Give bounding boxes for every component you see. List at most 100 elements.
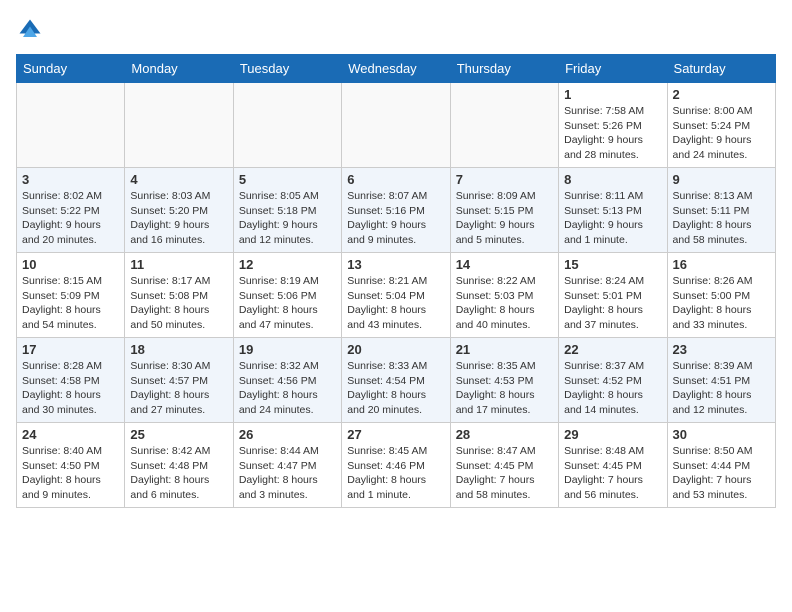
weekday-header-friday: Friday [559,55,667,83]
day-cell: 10Sunrise: 8:15 AM Sunset: 5:09 PM Dayli… [17,253,125,338]
day-cell: 11 Sunrise: 8:17 AM Sunset: 5:08 PM Dayli… [125,253,233,338]
day-info: Sunrise: 8:15 AM Sunset: 5:09 PM Dayligh… [22,274,119,333]
day-info: Sunrise: 8:05 AM Sunset: 5:18 PM Dayligh… [239,189,336,248]
day-number: 22 [564,342,661,357]
day-cell: 24 Sunrise: 8:40 AM Sunset: 4:50 PM Dayli… [17,423,125,508]
day-cell [17,83,125,168]
day-number: 1 [564,87,661,102]
day-cell: 8 Sunrise: 8:11 AM Sunset: 5:13 PM Daylig… [559,168,667,253]
day-number: 26 [239,427,336,442]
day-info: Sunrise: 8:07 AM Sunset: 5:16 PM Dayligh… [347,189,444,248]
day-info: Sunrise: 8:45 AM Sunset: 4:46 PM Dayligh… [347,444,444,503]
day-number: 25 [130,427,227,442]
day-number: 13 [347,257,444,272]
day-number: 5 [239,172,336,187]
day-cell: 5 Sunrise: 8:05 AM Sunset: 5:18 PM Daylig… [233,168,341,253]
weekday-header-saturday: Saturday [667,55,775,83]
day-number: 27 [347,427,444,442]
day-info: Sunrise: 8:50 AM Sunset: 4:44 PM Dayligh… [673,444,770,503]
day-cell: 4 Sunrise: 8:03 AM Sunset: 5:20 PM Daylig… [125,168,233,253]
day-number: 12 [239,257,336,272]
day-info: Sunrise: 8:40 AM Sunset: 4:50 PM Dayligh… [22,444,119,503]
day-info: Sunrise: 8:35 AM Sunset: 4:53 PM Dayligh… [456,359,553,418]
day-cell [342,83,450,168]
day-info: Sunrise: 7:58 AM Sunset: 5:26 PM Dayligh… [564,104,661,163]
day-cell: 19 Sunrise: 8:32 AM Sunset: 4:56 PM Dayli… [233,338,341,423]
day-cell: 2 Sunrise: 8:00 AM Sunset: 5:24 PM Daylig… [667,83,775,168]
day-number: 9 [673,172,770,187]
day-cell: 14 Sunrise: 8:22 AM Sunset: 5:03 PM Dayli… [450,253,558,338]
day-number: 3 [22,172,119,187]
day-cell: 3 Sunrise: 8:02 AM Sunset: 5:22 PM Daylig… [17,168,125,253]
day-cell [233,83,341,168]
day-number: 28 [456,427,553,442]
day-info: Sunrise: 8:30 AM Sunset: 4:57 PM Dayligh… [130,359,227,418]
day-cell: 13Sunrise: 8:21 AM Sunset: 5:04 PM Dayli… [342,253,450,338]
day-cell: 28Sunrise: 8:47 AM Sunset: 4:45 PM Dayli… [450,423,558,508]
day-number: 2 [673,87,770,102]
day-cell: 17 Sunrise: 8:28 AM Sunset: 4:58 PM Dayli… [17,338,125,423]
day-number: 24 [22,427,119,442]
day-cell: 29Sunrise: 8:48 AM Sunset: 4:45 PM Dayli… [559,423,667,508]
day-info: Sunrise: 8:37 AM Sunset: 4:52 PM Dayligh… [564,359,661,418]
weekday-header-tuesday: Tuesday [233,55,341,83]
day-number: 30 [673,427,770,442]
weekday-header-wednesday: Wednesday [342,55,450,83]
day-number: 17 [22,342,119,357]
day-cell: 6 Sunrise: 8:07 AM Sunset: 5:16 PM Daylig… [342,168,450,253]
day-cell: 22 Sunrise: 8:37 AM Sunset: 4:52 PM Dayli… [559,338,667,423]
day-info: Sunrise: 8:00 AM Sunset: 5:24 PM Dayligh… [673,104,770,163]
day-cell: 1 Sunrise: 7:58 AM Sunset: 5:26 PM Daylig… [559,83,667,168]
day-cell [450,83,558,168]
day-cell: 30 Sunrise: 8:50 AM Sunset: 4:44 PM Dayli… [667,423,775,508]
day-cell: 21 Sunrise: 8:35 AM Sunset: 4:53 PM Dayli… [450,338,558,423]
day-info: Sunrise: 8:02 AM Sunset: 5:22 PM Dayligh… [22,189,119,248]
day-number: 20 [347,342,444,357]
day-info: Sunrise: 8:24 AM Sunset: 5:01 PM Dayligh… [564,274,661,333]
day-info: Sunrise: 8:32 AM Sunset: 4:56 PM Dayligh… [239,359,336,418]
day-cell: 7Sunrise: 8:09 AM Sunset: 5:15 PM Daylig… [450,168,558,253]
calendar: SundayMondayTuesdayWednesdayThursdayFrid… [16,54,776,508]
day-number: 18 [130,342,227,357]
day-cell: 26 Sunrise: 8:44 AM Sunset: 4:47 PM Dayli… [233,423,341,508]
day-info: Sunrise: 8:28 AM Sunset: 4:58 PM Dayligh… [22,359,119,418]
week-row-4: 17 Sunrise: 8:28 AM Sunset: 4:58 PM Dayli… [17,338,776,423]
logo [16,16,48,44]
day-info: Sunrise: 8:26 AM Sunset: 5:00 PM Dayligh… [673,274,770,333]
day-cell: 18 Sunrise: 8:30 AM Sunset: 4:57 PM Dayli… [125,338,233,423]
day-cell: 25 Sunrise: 8:42 AM Sunset: 4:48 PM Dayli… [125,423,233,508]
day-number: 4 [130,172,227,187]
day-number: 11 [130,257,227,272]
day-info: Sunrise: 8:33 AM Sunset: 4:54 PM Dayligh… [347,359,444,418]
day-info: Sunrise: 8:17 AM Sunset: 5:08 PM Dayligh… [130,274,227,333]
day-number: 23 [673,342,770,357]
day-number: 7 [456,172,553,187]
day-number: 21 [456,342,553,357]
day-info: Sunrise: 8:03 AM Sunset: 5:20 PM Dayligh… [130,189,227,248]
day-number: 14 [456,257,553,272]
day-cell: 9Sunrise: 8:13 AM Sunset: 5:11 PM Daylig… [667,168,775,253]
day-info: Sunrise: 8:44 AM Sunset: 4:47 PM Dayligh… [239,444,336,503]
day-info: Sunrise: 8:42 AM Sunset: 4:48 PM Dayligh… [130,444,227,503]
weekday-header-monday: Monday [125,55,233,83]
day-cell: 15 Sunrise: 8:24 AM Sunset: 5:01 PM Dayli… [559,253,667,338]
weekday-header-row: SundayMondayTuesdayWednesdayThursdayFrid… [17,55,776,83]
day-number: 29 [564,427,661,442]
day-info: Sunrise: 8:22 AM Sunset: 5:03 PM Dayligh… [456,274,553,333]
day-number: 8 [564,172,661,187]
day-number: 15 [564,257,661,272]
week-row-1: 1 Sunrise: 7:58 AM Sunset: 5:26 PM Daylig… [17,83,776,168]
day-info: Sunrise: 8:39 AM Sunset: 4:51 PM Dayligh… [673,359,770,418]
day-cell: 16 Sunrise: 8:26 AM Sunset: 5:00 PM Dayli… [667,253,775,338]
weekday-header-thursday: Thursday [450,55,558,83]
day-cell [125,83,233,168]
day-cell: 20 Sunrise: 8:33 AM Sunset: 4:54 PM Dayli… [342,338,450,423]
week-row-3: 10Sunrise: 8:15 AM Sunset: 5:09 PM Dayli… [17,253,776,338]
day-cell: 23 Sunrise: 8:39 AM Sunset: 4:51 PM Dayli… [667,338,775,423]
day-number: 16 [673,257,770,272]
day-info: Sunrise: 8:11 AM Sunset: 5:13 PM Dayligh… [564,189,661,248]
page-header [16,16,776,44]
day-number: 19 [239,342,336,357]
day-info: Sunrise: 8:19 AM Sunset: 5:06 PM Dayligh… [239,274,336,333]
day-number: 6 [347,172,444,187]
